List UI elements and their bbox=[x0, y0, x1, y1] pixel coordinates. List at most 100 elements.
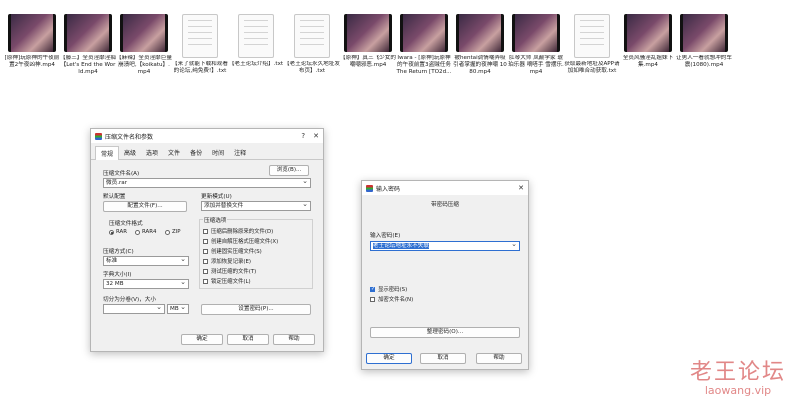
password-dialog-title: 输入密码 bbox=[376, 185, 401, 193]
method-label: 压缩方式(C) bbox=[103, 249, 134, 255]
tab-options[interactable]: 选项 bbox=[141, 146, 163, 159]
password-dialog-titlebar: 输入密码 ✕ bbox=[362, 181, 528, 195]
default-config-label: 默认配置 bbox=[103, 194, 126, 200]
password-dialog: 输入密码 ✕ 带密码压缩 输入密码(E) 老王论坛地址永不失联 显示密码(S) … bbox=[361, 180, 529, 370]
txt-file-item[interactable]: 获取最新地址及APP请加如唯合动获取.txt bbox=[564, 14, 620, 97]
tab-general[interactable]: 常规 bbox=[95, 146, 120, 160]
archive-dialog-titlebar: 压缩文件名和参数 ? ✕ bbox=[91, 129, 323, 143]
file-name-label: 【麻辣】全员淫靡巨量崩溃吧,【koikatu】.mp4 bbox=[116, 55, 172, 75]
organize-passwords-button[interactable]: 整理密码(O)... bbox=[370, 327, 520, 338]
text-file-icon bbox=[294, 14, 330, 58]
split-size-input[interactable] bbox=[103, 303, 165, 314]
password-label: 输入密码(E) bbox=[370, 233, 401, 239]
password-ok-button[interactable]: 确定 bbox=[366, 353, 412, 364]
option-recovery[interactable]: 添加恢复记录(E) bbox=[203, 257, 251, 265]
txt-file-item[interactable]: 【老王论坛永久地址发布页】.txt bbox=[284, 14, 340, 97]
video-thumbnail-icon bbox=[456, 14, 504, 52]
file-name-label: [原神]玩原神的午夜前置2午夜凶神.mp4 bbox=[4, 55, 60, 68]
video-file-item[interactable]: 【原神】真三飞少女的嘲嘲邪恶.mp4 bbox=[340, 14, 396, 91]
option-solid[interactable]: 创建固实压缩文件(S) bbox=[203, 247, 262, 255]
dict-select[interactable]: 32 MB bbox=[103, 278, 189, 289]
video-thumbnail-icon bbox=[624, 14, 672, 52]
tab-time[interactable]: 时间 bbox=[207, 146, 229, 159]
update-mode-select[interactable]: 添加并替换文件 bbox=[201, 200, 311, 211]
password-cancel-button[interactable]: 取消 bbox=[420, 353, 466, 364]
method-select[interactable]: 标准 bbox=[103, 255, 189, 266]
close-icon[interactable]: ✕ bbox=[518, 184, 524, 192]
video-file-item[interactable]: Iwara - [原神]玩原神的午夜前置3盗贼任务 The Return [TO… bbox=[396, 14, 452, 91]
file-explorer-grid: [原神]玩原神的午夜前置2午夜凶神.mp4 【藤三】全员淫靡淫痴【Let's En… bbox=[0, 0, 800, 100]
options-label: 压缩选项 bbox=[203, 216, 228, 224]
file-name-label: Iwara - [原神]玩原神的午夜前置3盗贼任务 The Return [TO… bbox=[396, 55, 452, 75]
watermark-url: laowang.vip bbox=[704, 384, 772, 397]
tab-backup[interactable]: 备份 bbox=[185, 146, 207, 159]
close-icon[interactable]: ✕ bbox=[313, 132, 319, 140]
winrar-icon bbox=[95, 132, 102, 140]
help-button[interactable]: 帮助 bbox=[273, 334, 315, 345]
dict-label: 字典大小(I) bbox=[103, 272, 132, 278]
video-file-item[interactable]: 被hentai调情嘲弄吸引者掌握的夜神嘲 1080.mp4 bbox=[452, 14, 508, 91]
option-lock[interactable]: 锁定压缩文件(L) bbox=[203, 277, 251, 285]
video-thumbnail-icon bbox=[120, 14, 168, 52]
password-value: 老王论坛地址永不失联 bbox=[373, 243, 429, 249]
show-password-checkbox[interactable]: 显示密码(S) bbox=[370, 285, 407, 293]
file-name-label: 全员风骚淫乱姐妹下集.mp4 bbox=[622, 55, 674, 68]
video-thumbnail-icon bbox=[400, 14, 448, 52]
archive-name-input[interactable]: 微员.rar bbox=[103, 177, 311, 188]
archive-dialog-title: 压缩文件名和参数 bbox=[105, 133, 154, 141]
option-sfx[interactable]: 创建自解压格式压缩文件(X) bbox=[203, 237, 278, 245]
password-help-button[interactable]: 帮助 bbox=[476, 353, 522, 364]
split-unit-select[interactable]: MB bbox=[167, 303, 189, 314]
file-name-label: 获取最新地址及APP请加如唯合动获取.txt bbox=[564, 61, 620, 74]
text-file-icon bbox=[574, 14, 610, 58]
option-test[interactable]: 测试压缩的文件(T) bbox=[203, 267, 256, 275]
video-file-item[interactable]: 【藤三】全员淫靡淫痴【Let's End the World.mp4 bbox=[60, 14, 116, 91]
browse-button[interactable]: 浏览(B)... bbox=[269, 165, 309, 176]
watermark-main: 老王论坛 bbox=[689, 360, 786, 385]
video-thumbnail-icon bbox=[680, 14, 728, 52]
option-delete-after[interactable]: 压缩后删除原来的文件(D) bbox=[203, 227, 273, 235]
config-button[interactable]: 配置文件(F)... bbox=[103, 201, 187, 212]
text-file-icon bbox=[182, 14, 218, 58]
file-name-label: 【藤三】全员淫靡淫痴【Let's End the World.mp4 bbox=[60, 55, 116, 75]
update-mode-label: 更新模式(U) bbox=[201, 194, 232, 200]
format-label: 压缩文件格式 bbox=[109, 221, 143, 227]
password-input[interactable]: 老王论坛地址永不失联 bbox=[370, 240, 520, 251]
video-thumbnail-icon bbox=[512, 14, 560, 52]
video-file-item[interactable]: 让男人一看就想冲的车震(1080).mp4 bbox=[676, 14, 732, 91]
format-rar-radio[interactable]: RAR bbox=[109, 229, 127, 235]
video-thumbnail-icon bbox=[344, 14, 392, 52]
file-name-label: 【老王论坛介绍】.txt bbox=[228, 61, 284, 67]
txt-file-item[interactable]: 【老王论坛介绍】.txt bbox=[228, 14, 284, 97]
archive-settings-dialog: 压缩文件名和参数 ? ✕ 常规 高级 选项 文件 备份 时间 注释 压缩文件名(… bbox=[90, 128, 324, 352]
winrar-icon bbox=[366, 184, 373, 192]
archive-name-label: 压缩文件名(A) bbox=[103, 171, 140, 177]
password-heading: 带密码压缩 bbox=[431, 202, 459, 208]
file-name-label: 被hentai调情嘲弄吸引者掌握的夜神嘲 1080.mp4 bbox=[453, 55, 507, 75]
file-name-label: 【原神】真三飞少女的嘲嘲邪恶.mp4 bbox=[340, 55, 396, 68]
video-file-item[interactable]: 【麻辣】全员淫靡巨量崩溃吧,【koikatu】.mp4 bbox=[116, 14, 172, 91]
file-name-label: 【来了就能下载和观看的论坛,纯免费!】.txt bbox=[172, 61, 228, 74]
file-name-label: 让男人一看就想冲的车震(1080).mp4 bbox=[676, 55, 732, 68]
tab-comment[interactable]: 注释 bbox=[229, 146, 251, 159]
video-file-item[interactable]: [原神]玩原神的午夜前置2午夜凶神.mp4 bbox=[4, 14, 60, 91]
help-icon[interactable]: ? bbox=[301, 132, 305, 140]
ok-button[interactable]: 确定 bbox=[181, 334, 223, 345]
file-name-label: 肛琴大师 凤巅学家 琥珀乐器 嘀嗒手 雪摆乐.mp4 bbox=[508, 55, 564, 75]
format-rar4-radio[interactable]: RAR4 bbox=[135, 229, 156, 235]
text-file-icon bbox=[238, 14, 274, 58]
cancel-button[interactable]: 取消 bbox=[227, 334, 269, 345]
tab-advanced[interactable]: 高级 bbox=[119, 146, 141, 159]
split-label: 切分为分卷(V)，大小 bbox=[103, 297, 156, 303]
video-file-item[interactable]: 全员风骚淫乱姐妹下集.mp4 bbox=[620, 14, 676, 91]
file-name-label: 【老王论坛永久地址发布页】.txt bbox=[284, 61, 340, 74]
video-thumbnail-icon bbox=[8, 14, 56, 52]
archive-tabs: 常规 高级 选项 文件 备份 时间 注释 bbox=[91, 143, 323, 160]
video-thumbnail-icon bbox=[64, 14, 112, 52]
set-password-button[interactable]: 设置密码(P)... bbox=[201, 304, 311, 315]
encrypt-names-checkbox[interactable]: 加密文件名(N) bbox=[370, 295, 413, 303]
txt-file-item[interactable]: 【来了就能下载和观看的论坛,纯免费!】.txt bbox=[172, 14, 228, 97]
video-file-item[interactable]: 肛琴大师 凤巅学家 琥珀乐器 嘀嗒手 雪摆乐.mp4 bbox=[508, 14, 564, 91]
format-zip-radio[interactable]: ZIP bbox=[165, 229, 181, 235]
tab-files[interactable]: 文件 bbox=[163, 146, 185, 159]
